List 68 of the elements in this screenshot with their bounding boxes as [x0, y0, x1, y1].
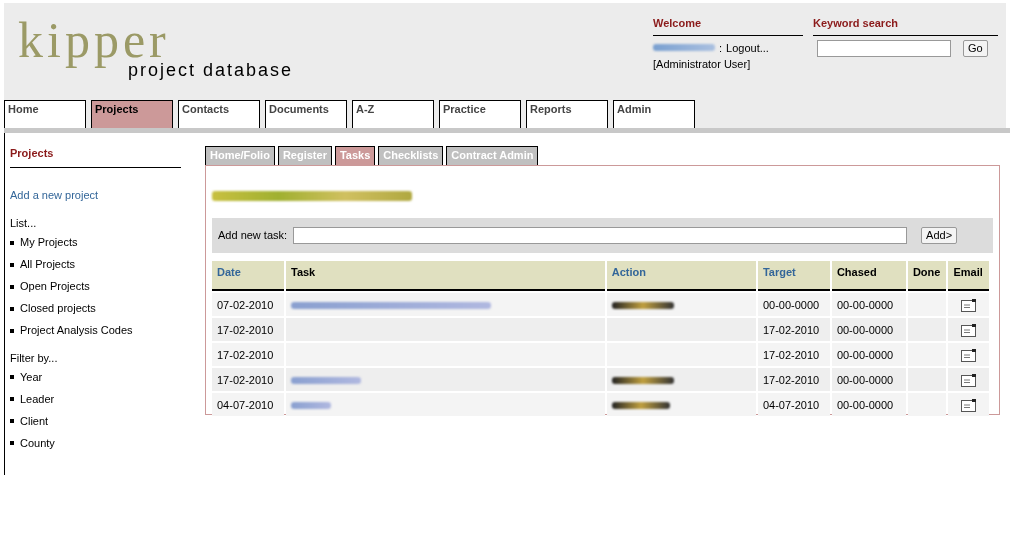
- bullet-icon: [10, 262, 14, 267]
- table-cell: 17-02-2010: [757, 368, 830, 392]
- sidebar-link[interactable]: Client: [20, 412, 49, 430]
- table-cell: 00-00-0000: [831, 318, 906, 342]
- table-cell: 00-00-0000: [831, 368, 906, 392]
- email-icon[interactable]: [960, 399, 977, 413]
- search-heading: Keyword search: [813, 15, 998, 36]
- bullet-icon: [10, 375, 14, 379]
- column-header: Task: [286, 260, 605, 292]
- table-cell: 17-02-2010: [757, 318, 830, 342]
- table-cell: 00-00-0000: [831, 393, 906, 417]
- sidebar-link[interactable]: Year: [20, 368, 43, 386]
- sidebar-link[interactable]: My Projects: [20, 234, 78, 251]
- separator-text: :: [719, 40, 723, 56]
- nav-tab[interactable]: A-Z: [352, 100, 434, 128]
- table-cell: 07-02-2010: [212, 293, 284, 317]
- sidebar-link[interactable]: Closed projects: [20, 300, 96, 317]
- table-cell: 04-07-2010: [757, 393, 830, 417]
- column-header: Done: [907, 260, 947, 292]
- email-icon[interactable]: [960, 374, 977, 388]
- sidebar-link[interactable]: Leader: [20, 390, 55, 408]
- sidebar-link[interactable]: County: [20, 434, 55, 452]
- bullet-icon: [10, 328, 14, 333]
- add-task-label: Add new task:: [218, 228, 288, 243]
- user-role: [Administrator User]: [653, 57, 752, 72]
- nav-tab[interactable]: Home: [4, 100, 86, 128]
- nav-tab[interactable]: Projects: [91, 100, 173, 128]
- go-button[interactable]: Go: [963, 39, 988, 57]
- column-header: Email: [948, 260, 989, 292]
- welcome-heading: Welcome: [653, 15, 803, 36]
- column-header[interactable]: Target: [757, 260, 830, 292]
- column-header[interactable]: Date: [212, 260, 284, 292]
- section-heading: Filter by...: [10, 350, 59, 366]
- sidebar-link[interactable]: Open Projects: [20, 278, 90, 295]
- bullet-icon: [10, 419, 14, 423]
- email-icon[interactable]: [960, 349, 977, 363]
- bullet-icon: [10, 240, 14, 245]
- logout-link[interactable]: Logout...: [726, 39, 769, 56]
- email-icon[interactable]: [960, 299, 977, 313]
- bullet-icon: [10, 284, 14, 289]
- email-icon[interactable]: [960, 324, 977, 338]
- table-cell: 17-02-2010: [757, 343, 830, 367]
- nav-tab[interactable]: Reports: [526, 100, 608, 128]
- nav-tab[interactable]: Contacts: [178, 100, 260, 128]
- table-cell: 00-00-0000: [831, 343, 906, 367]
- bullet-icon: [10, 397, 14, 401]
- bullet-icon: [10, 441, 14, 445]
- section-heading: List...: [10, 216, 38, 231]
- sidebar-link[interactable]: All Projects: [20, 256, 76, 273]
- nav-tab[interactable]: Admin: [613, 100, 695, 128]
- bullet-icon: [10, 306, 14, 311]
- task-input[interactable]: [293, 226, 908, 244]
- nav-tab[interactable]: Documents: [265, 100, 347, 128]
- search-field[interactable]: [817, 39, 951, 57]
- table-cell: 00-00-0000: [757, 293, 830, 317]
- column-header: Chased: [831, 260, 906, 292]
- table-cell: 17-02-2010: [212, 343, 284, 367]
- column-header[interactable]: Action: [606, 260, 756, 292]
- table-cell: 00-00-0000: [831, 293, 906, 317]
- table-cell: 17-02-2010: [212, 368, 284, 392]
- table-cell: [907, 393, 947, 417]
- sidebar-link[interactable]: Project Analysis Codes: [20, 322, 133, 339]
- sidebar-heading: Projects: [10, 145, 181, 168]
- nav-tab[interactable]: Practice: [439, 100, 521, 128]
- table-cell: 17-02-2010: [212, 318, 284, 342]
- table-cell: 04-07-2010: [212, 393, 284, 417]
- add-project-link[interactable]: Add a new project: [10, 186, 181, 203]
- add-button[interactable]: Add>: [921, 226, 958, 244]
